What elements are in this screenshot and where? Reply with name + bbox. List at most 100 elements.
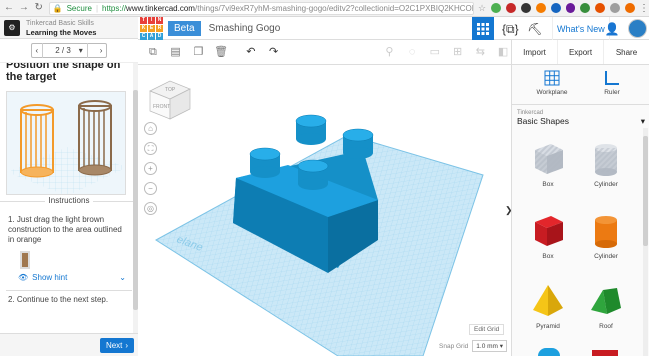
paste-icon[interactable]: ▤ [168,43,184,61]
chevron-right-icon: › [125,341,129,350]
3d-view-button[interactable] [472,17,494,40]
eye-icon: 👁 [18,273,29,282]
lesson-pager[interactable]: ‹ 2 / 3 ▾ › [30,43,108,58]
share-button[interactable]: Share [604,40,649,64]
ortho-view-icon[interactable]: ◎ [144,202,157,215]
app-header: T I N K E R C A D Beta Smashing Gogo {⧉}… [138,16,649,40]
instructions-label: Instructions [44,196,94,205]
instruction-step-2: 2. Continue to the next step. [8,295,109,304]
page-indicator[interactable]: 2 / 3 [51,46,75,55]
shape-partial-red[interactable] [592,350,618,356]
pyramid-icon [533,285,563,316]
add-user-icon[interactable]: 👤 [604,21,620,37]
roof-icon [591,288,621,314]
reload-icon[interactable]: ↻ [33,2,45,14]
workplane-canvas[interactable]: elane TOP FRONT [138,65,511,356]
extension-icon[interactable] [580,3,591,13]
ruler-tool[interactable]: Ruler [592,70,632,96]
edit-grid-button[interactable]: Edit Grid [469,324,505,335]
light-icon[interactable]: ⚲ [382,43,398,61]
redo-icon[interactable]: ↷ [266,43,282,61]
browser-menu-icon[interactable]: ⋮ [639,3,649,14]
workplane-tool[interactable]: Workplane [532,70,572,96]
show-hint-toggle[interactable]: 👁 Show hint ⌄ [0,269,138,282]
avatar[interactable] [628,19,647,38]
shape-category[interactable]: Tinkercad Basic Shapes ▾ [517,110,645,127]
copy-icon[interactable]: ⧉ [145,43,161,61]
extension-icon[interactable] [535,3,546,13]
cylinder-icon [595,144,617,176]
extension-icon[interactable] [550,3,561,13]
pickaxe-icon[interactable]: ⛏ [527,21,543,37]
lock-icon: 🔒 [52,3,63,13]
address-bar[interactable]: 🔒 Secure | https:// www.tinkercad.com /t… [48,1,475,15]
box-icon [535,216,563,246]
shape-roof[interactable]: Roof [582,282,630,338]
edit-toolbar: ⧉ ▤ ❐ 🗑 ↶ ↷ ⚲ ◌ ▭ ⊞ ⇆ ◧ [138,40,511,65]
beta-badge: Beta [168,20,201,36]
lesson-title: Learning the Moves [26,27,97,37]
align-icon[interactable]: ⊞ [450,43,466,61]
lesson-pager-bar: ‹ 2 / 3 ▾ › [0,39,138,63]
workplane-icon [544,70,560,86]
group-icon[interactable]: ▭ [427,43,443,61]
extension-icon[interactable] [595,3,606,13]
cylinder-icon [595,216,617,248]
page-dropdown-icon[interactable]: ▾ [75,46,87,55]
whats-new-button[interactable]: What's New [552,17,610,40]
hole-icon[interactable]: ◧ [495,43,511,61]
zoom-out-icon[interactable]: − [144,182,157,195]
lesson-illustration [6,91,126,195]
view-cube[interactable]: TOP FRONT [149,80,191,120]
import-button[interactable]: Import [512,40,558,64]
zoom-in-icon[interactable]: + [144,162,157,175]
lesson-content: Position the shape on the target Instruc… [0,63,138,333]
placement-tools: Workplane Ruler [512,65,649,105]
home-view-icon[interactable]: ⌂ [144,122,157,135]
shape-box-red[interactable]: Box [524,212,572,268]
tinkercad-logo[interactable]: T I N K E R C A D [140,16,163,40]
back-icon[interactable]: ← [3,2,15,14]
export-button[interactable]: Export [558,40,604,64]
bookmark-star-icon[interactable]: ☆ [478,3,486,14]
shape-icon[interactable]: ◌ [404,43,420,61]
lesson-heading: Position the shape on the target [6,63,121,83]
shapes-scrollbar-thumb[interactable] [643,136,648,246]
extension-icon[interactable] [610,3,621,13]
mirror-icon[interactable]: ⇆ [473,43,489,61]
forward-icon[interactable]: → [18,2,30,14]
3d-workplane[interactable]: elane TOP FRONT ⌂ ⛶ + − ◎ Edit Grid Snap… [138,65,511,356]
extension-icon[interactable] [565,3,576,13]
category-name: Basic Shapes [517,116,569,126]
extension-icon[interactable] [625,3,636,13]
url-proto: https:// [102,3,127,13]
extension-icon[interactable] [506,3,516,13]
snap-grid-control: Snap Grid 1.0 mm ▾ [439,340,508,352]
design-name[interactable]: Smashing Gogo [209,23,281,34]
construction-thumbnail [20,251,30,269]
shape-pyramid[interactable]: Pyramid [524,282,572,338]
shape-cylinder-orange[interactable]: Cylinder [582,212,630,268]
shape-cylinder-striped[interactable]: Cylinder [582,140,630,196]
instructions-divider: Instructions [0,196,138,211]
next-step-icon[interactable]: › [96,46,107,55]
prev-step-icon[interactable]: ‹ [32,46,43,55]
fit-view-icon[interactable]: ⛶ [144,142,157,155]
next-button[interactable]: Next › [100,338,134,353]
trash-icon[interactable]: 🗑 [213,43,229,61]
secure-label: Secure [66,3,92,13]
undo-icon[interactable]: ↶ [243,43,259,61]
viewcube-top-label: TOP [165,87,176,93]
lesson-header: ⚙ Tinkercad Basic Skills Learning the Mo… [0,17,138,39]
lesson-footer: Next › [0,333,138,356]
dropdown-arrow-icon: ▾ [640,116,645,126]
extension-icon[interactable] [520,3,531,13]
blocks-icon[interactable]: {⧉} [502,21,519,37]
snap-grid-select[interactable]: 1.0 mm ▾ [472,340,508,352]
extension-icon[interactable] [491,3,501,13]
shape-partial-sphere[interactable] [538,348,560,356]
shape-box-striped[interactable]: Box [524,140,572,196]
lesson-logo-icon: ⚙ [4,19,20,36]
duplicate-icon[interactable]: ❐ [191,43,207,61]
grid-icon [477,22,489,35]
